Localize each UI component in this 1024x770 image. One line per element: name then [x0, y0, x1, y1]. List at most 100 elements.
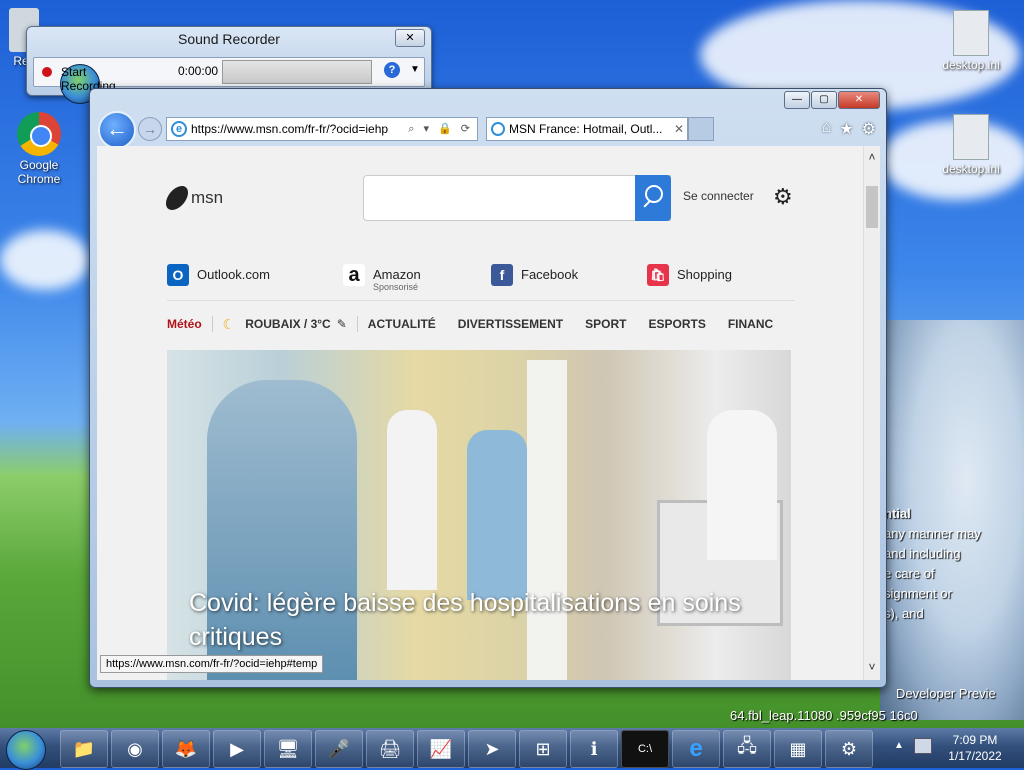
clock-time: 7:09 PM: [952, 733, 998, 747]
amazon-icon: a: [343, 264, 365, 286]
watermark-line: ntial: [884, 506, 911, 521]
close-button[interactable]: ✕: [395, 29, 425, 47]
vertical-scrollbar[interactable]: ˄ ˅: [863, 146, 880, 680]
tab-close-button[interactable]: ✕: [671, 122, 687, 136]
browser-window: — ▢ ✕ ← → e https://www.msn.com/fr-fr/?o…: [89, 88, 887, 688]
desktop-icon-label: desktop.ini: [942, 162, 1000, 176]
search-button[interactable]: [635, 175, 671, 221]
nav-item-esports[interactable]: ESPORTS: [648, 317, 705, 331]
page-content: msn Se connecter ⚙ O Outlook.com a Amazo…: [97, 146, 865, 680]
taskbar-windows-update[interactable]: ⊞: [519, 730, 567, 768]
taskbar-settings[interactable]: ⚙: [825, 730, 873, 768]
taskbar-media-player[interactable]: ▶: [213, 730, 261, 768]
forward-button[interactable]: →: [138, 117, 162, 141]
tab-msn[interactable]: MSN France: Hotmail, Outl... ✕: [486, 117, 688, 141]
taskbar-network[interactable]: 🖧: [723, 730, 771, 768]
edit-icon[interactable]: ✎: [337, 317, 347, 331]
shopping-icon: 🛍: [647, 264, 669, 286]
taskbar-firewall[interactable]: ▦: [774, 730, 822, 768]
shortcut-outlook[interactable]: O Outlook.com: [167, 264, 270, 286]
nav-item-actualite[interactable]: ACTUALITÉ: [368, 317, 436, 331]
desktop-icon-label: Google Chrome: [17, 158, 61, 186]
shortcut-shopping[interactable]: 🛍 Shopping: [647, 264, 732, 286]
logo-text: msn: [191, 188, 224, 207]
taskbar-printer[interactable]: 🖨: [366, 730, 414, 768]
shortcut-label: Facebook: [521, 267, 579, 282]
taskbar-chrome[interactable]: ◉: [111, 730, 159, 768]
chevron-down-icon[interactable]: ▼: [410, 64, 420, 75]
taskbar-explorer[interactable]: 📁: [60, 730, 108, 768]
ie-tab-icon: [491, 122, 505, 136]
signin-link[interactable]: Se connecter: [683, 189, 754, 203]
back-button[interactable]: ←: [98, 111, 136, 149]
hero-photo-figure: [387, 410, 437, 590]
shortcut-label: Outlook.com: [197, 267, 270, 282]
taskbar-internet-explorer[interactable]: e: [672, 730, 720, 768]
level-meter: [222, 60, 372, 84]
outlook-icon: O: [167, 264, 189, 286]
category-nav: Météo ☾ ROUBAIX / 3°C ✎ ACTUALITÉ DIVERT…: [167, 314, 795, 334]
taskbar-chart-tool[interactable]: 📈: [417, 730, 465, 768]
taskbar-send[interactable]: ➤: [468, 730, 516, 768]
favorites-icon[interactable]: ★: [839, 119, 853, 139]
address-bar[interactable]: e https://www.msn.com/fr-fr/?ocid=iehp ⌕…: [166, 117, 478, 141]
nav-meteo[interactable]: Météo: [167, 317, 202, 331]
nav-item-divertissement[interactable]: DIVERTISSEMENT: [458, 317, 563, 331]
hero-headline[interactable]: Covid: légère baisse des hospitalisation…: [189, 586, 769, 654]
cloud: [0, 230, 90, 290]
nav-item-finance[interactable]: FINANC: [728, 317, 773, 331]
chrome-icon: [17, 112, 61, 156]
gear-icon[interactable]: ⚙: [862, 119, 876, 139]
shortcut-facebook[interactable]: f Facebook: [491, 264, 578, 286]
taskbar-firefox[interactable]: 🦊: [162, 730, 210, 768]
minimize-button[interactable]: —: [784, 91, 810, 109]
scroll-down-button[interactable]: ˅: [864, 660, 880, 676]
help-icon[interactable]: ?: [384, 62, 400, 78]
hero-photo-figure: [467, 430, 527, 600]
desktop-icon-ini-1[interactable]: desktop.ini: [936, 10, 1006, 72]
start-button[interactable]: [6, 730, 46, 770]
watermark-line: Developer Previe: [896, 686, 996, 701]
shortcut-bar: O Outlook.com a Amazon Sponsorisé f Face…: [167, 264, 807, 294]
taskbar-cmd[interactable]: C:\: [621, 730, 669, 768]
butterfly-icon: [163, 186, 191, 210]
nav-item-sport[interactable]: SPORT: [585, 317, 626, 331]
shortcut-amazon[interactable]: a Amazon Sponsorisé: [343, 264, 421, 292]
address-tools[interactable]: ⌕ ▾ 🔒 ⟳: [408, 122, 477, 136]
desktop-icon-ini-2[interactable]: desktop.ini: [936, 114, 1006, 176]
divider: [167, 300, 795, 301]
maximize-button[interactable]: ▢: [811, 91, 837, 109]
watermark-line: and including: [884, 546, 961, 561]
elapsed-time: 0:00:00: [178, 64, 219, 78]
new-tab-button[interactable]: [688, 117, 714, 141]
taskbar-microphone[interactable]: 🎤: [315, 730, 363, 768]
taskbar: 📁 ◉ 🦊 ▶ 🖥 🎤 🖨 📈 ➤ ⊞ ℹ C:\ e 🖧 ▦ ⚙ ▲ 7:09…: [0, 728, 1024, 770]
browser-tools: ⌂ ★ ⚙: [822, 119, 876, 139]
recorder-toolbar: Start Recording 0:00:00 ? ▼: [33, 57, 425, 104]
watermark-line: e care of: [884, 566, 935, 581]
hero-article[interactable]: Covid: légère baisse des hospitalisation…: [167, 350, 791, 680]
msn-logo[interactable]: msn: [163, 186, 224, 210]
search-input[interactable]: [363, 175, 671, 221]
address-url[interactable]: https://www.msn.com/fr-fr/?ocid=iehp: [191, 122, 408, 136]
divider: [211, 316, 213, 332]
hero-photo-figure: [707, 410, 777, 560]
record-dot-icon: [42, 67, 52, 77]
close-button[interactable]: ✕: [838, 91, 880, 109]
scroll-up-button[interactable]: ˄: [864, 150, 880, 166]
tray-expand-icon[interactable]: ▲: [894, 740, 904, 751]
taskbar-display[interactable]: 🖥: [264, 730, 312, 768]
home-icon[interactable]: ⌂: [822, 119, 832, 139]
weather-location[interactable]: ROUBAIX / 3°C: [245, 317, 330, 331]
settings-file-icon: [953, 10, 989, 56]
watermark-line: 64.fbl_leap.11080 .959cf95 16c0: [730, 708, 918, 723]
divider: [356, 316, 358, 332]
taskbar-info[interactable]: ℹ: [570, 730, 618, 768]
clock[interactable]: 7:09 PM 1/17/2022: [940, 732, 1010, 764]
gear-icon[interactable]: ⚙: [773, 184, 793, 210]
sound-recorder-window: Sound Recorder ✕ Start Recording 0:00:00…: [26, 26, 432, 104]
scroll-thumb[interactable]: [866, 186, 878, 228]
desktop-icon-chrome[interactable]: Google Chrome: [4, 112, 74, 186]
settings-file-icon: [953, 114, 989, 160]
network-icon[interactable]: [914, 738, 932, 754]
